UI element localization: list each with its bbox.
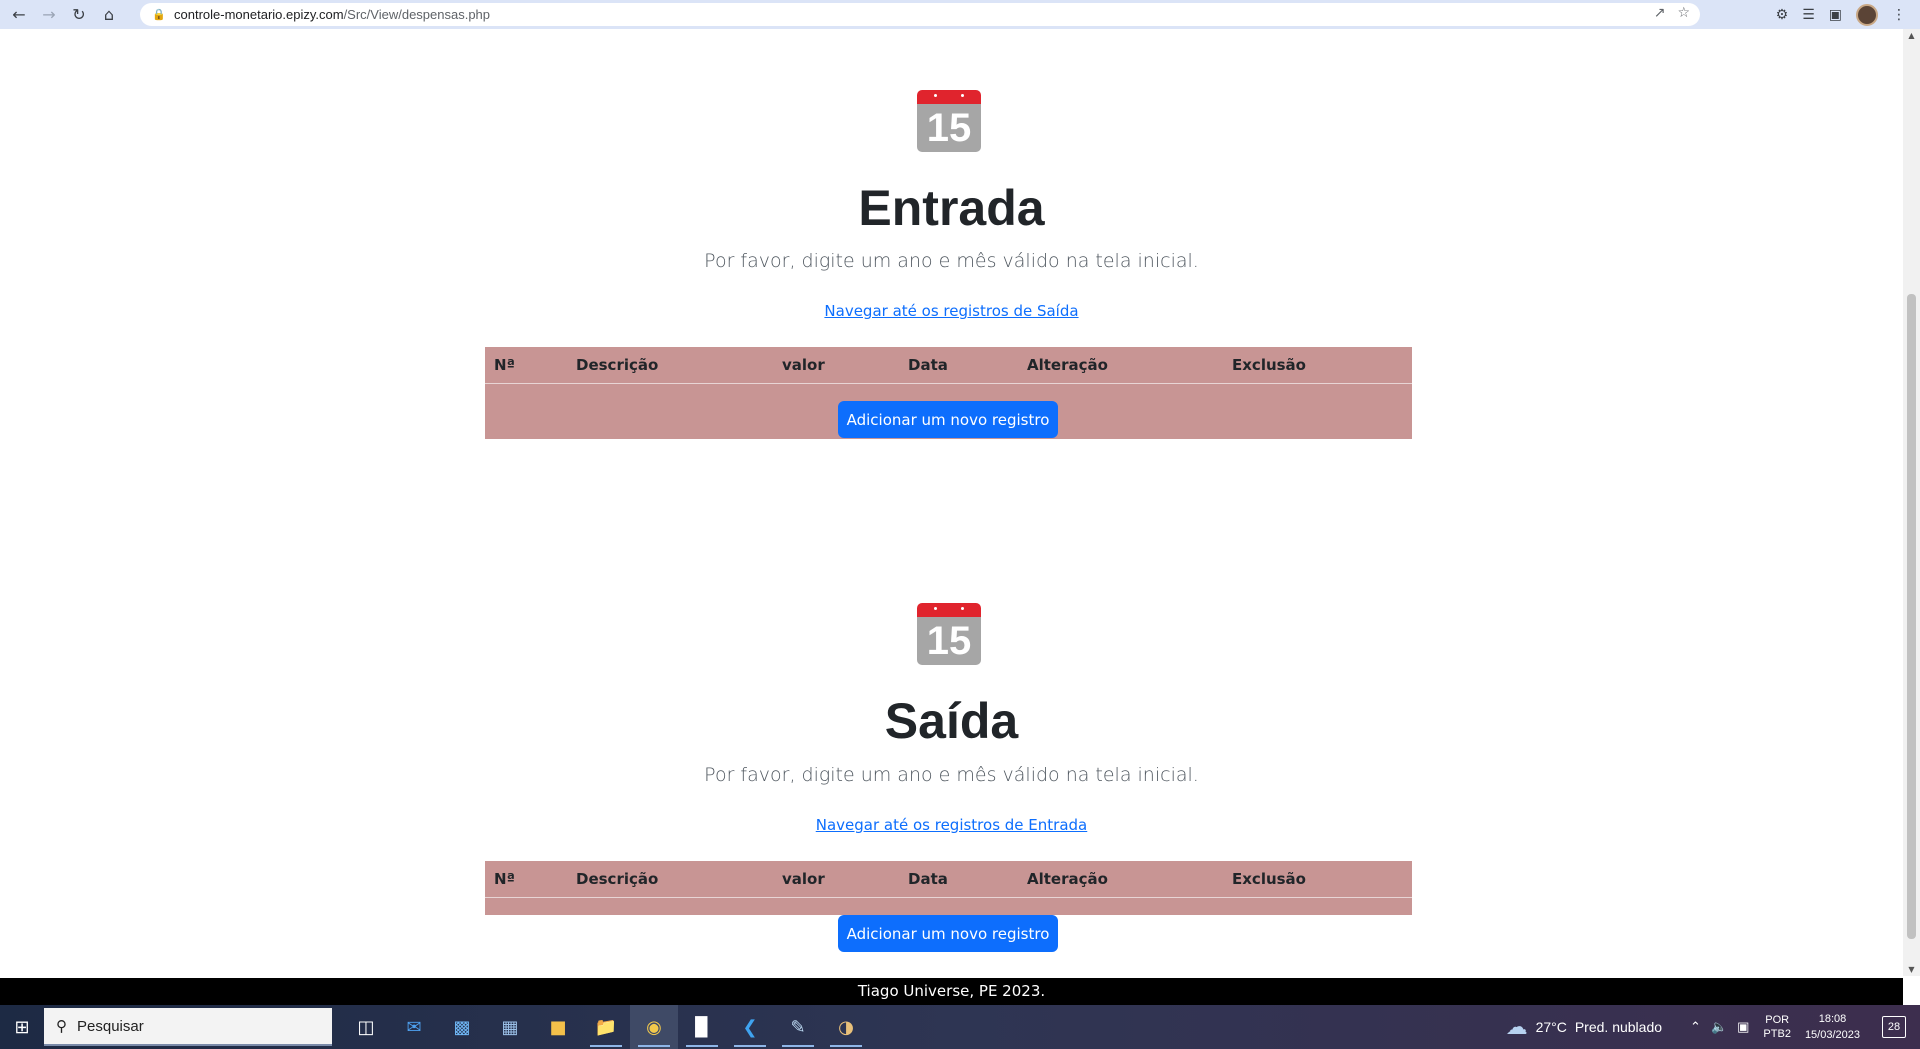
cloud-icon: ☁ <box>1505 1014 1528 1039</box>
link-to-saida[interactable]: Navegar até os registros de Saída <box>824 302 1078 320</box>
scroll-down-icon[interactable]: ▼ <box>1907 965 1916 974</box>
col-value: valor <box>782 870 825 888</box>
table-header: Nª Descrição valor Data Alteração Exclus… <box>485 347 1412 384</box>
task-view-icon[interactable]: ◫ <box>342 1005 390 1049</box>
chevron-up-icon[interactable]: ⌃ <box>1690 1019 1701 1035</box>
section-subtitle: Por favor, digite um ano e mês válido na… <box>704 764 1199 786</box>
back-icon[interactable]: ← <box>4 0 34 29</box>
col-value: valor <box>782 356 825 374</box>
col-number: Nª <box>494 356 516 374</box>
extensions-icon[interactable]: ⚙ <box>1776 7 1789 23</box>
language-indicator[interactable]: POR PTB2 <box>1763 1013 1791 1041</box>
col-description: Descrição <box>576 356 659 374</box>
scroll-up-icon[interactable]: ▲ <box>1907 31 1916 40</box>
col-delete: Exclusão <box>1232 356 1306 374</box>
forward-icon[interactable]: → <box>34 0 64 29</box>
weather-widget[interactable]: ☁ 27°C Pred. nublado <box>1506 1014 1662 1040</box>
share-icon[interactable]: ↗ <box>1654 5 1666 21</box>
records-table: Nª Descrição valor Data Alteração Exclus… <box>485 861 1412 915</box>
col-date: Data <box>908 356 948 374</box>
section-subtitle: Por favor, digite um ano e mês válido na… <box>704 250 1199 272</box>
nav-link-entrada: Navegar até os registros de Entrada <box>0 816 1903 834</box>
page-content: 15 Entrada Por favor, digite um ano e mê… <box>0 29 1903 976</box>
col-description: Descrição <box>576 870 659 888</box>
file-explorer-icon[interactable]: 📁 <box>582 1005 630 1049</box>
link-to-entrada[interactable]: Navegar até os registros de Entrada <box>816 816 1088 834</box>
menu-dots-icon[interactable]: ⋮ <box>1892 7 1906 23</box>
chrome-icon[interactable]: ◉ <box>630 1005 678 1049</box>
terminal-icon[interactable]: ▉ <box>678 1005 726 1049</box>
reload-icon[interactable]: ↻ <box>64 0 94 29</box>
profile-avatar[interactable] <box>1856 4 1878 26</box>
home-icon[interactable]: ⌂ <box>94 0 124 29</box>
taskbar-search[interactable]: ⚲ Pesquisar <box>44 1008 332 1046</box>
notifications-icon[interactable]: 28 <box>1882 1016 1906 1038</box>
col-edit: Alteração <box>1027 356 1108 374</box>
side-panel-icon[interactable]: ▣ <box>1829 7 1842 23</box>
calendar-icon: 15 <box>917 603 981 665</box>
windows-start-icon[interactable]: ⊞ <box>0 1005 44 1049</box>
page-scrollbar[interactable]: ▲ ▼ <box>1903 29 1920 976</box>
network-icon[interactable]: ▣ <box>1737 1019 1749 1035</box>
scroll-thumb[interactable] <box>1907 294 1916 939</box>
speaker-icon[interactable]: 🔈 <box>1711 1019 1727 1035</box>
network-manager-icon[interactable]: ▦ <box>486 1005 534 1049</box>
url-text[interactable]: controle-monetario.epizy.com/Src/View/de… <box>174 7 490 22</box>
calendar-icon: 15 <box>917 90 981 152</box>
page-footer: Tiago Universe, PE 2023. <box>0 978 1903 1005</box>
remote-desktop-icon[interactable]: ▩ <box>438 1005 486 1049</box>
col-number: Nª <box>494 870 516 888</box>
notes-icon[interactable]: ✎ <box>774 1005 822 1049</box>
table-header: Nª Descrição valor Data Alteração Exclus… <box>485 861 1412 898</box>
section-title: Saída <box>884 693 1019 749</box>
outlook-icon[interactable]: ✉ <box>390 1005 438 1049</box>
store-icon[interactable]: ■ <box>534 1005 582 1049</box>
bookmark-star-icon[interactable]: ☆ <box>1677 5 1690 21</box>
browser-toolbar: ← → ↻ ⌂ 🔒 controle-monetario.epizy.com/S… <box>0 0 1920 29</box>
paint-icon[interactable]: ◑ <box>822 1005 870 1049</box>
address-bar[interactable]: 🔒 controle-monetario.epizy.com/Src/View/… <box>140 3 1700 26</box>
add-record-button[interactable]: Adicionar um novo registro <box>838 401 1058 438</box>
windows-taskbar: ⊞ ⚲ Pesquisar ◫ ✉ ▩ ▦ ■ 📁 ◉ ▉ ❮ ✎ ◑ ☁ 27… <box>0 1005 1920 1049</box>
nav-link-saida: Navegar até os registros de Saída <box>0 302 1903 320</box>
reading-list-icon[interactable]: ☰ <box>1802 7 1815 23</box>
section-title: Entrada <box>858 180 1045 236</box>
vscode-icon[interactable]: ❮ <box>726 1005 774 1049</box>
col-date: Data <box>908 870 948 888</box>
system-tray: ☁ 27°C Pred. nublado ⌃ 🔈 ▣ POR PTB2 18:0… <box>1506 1005 1920 1049</box>
search-icon: ⚲ <box>56 1018 67 1035</box>
col-delete: Exclusão <box>1232 870 1306 888</box>
col-edit: Alteração <box>1027 870 1108 888</box>
add-record-button[interactable]: Adicionar um novo registro <box>838 915 1058 952</box>
clock[interactable]: 18:08 15/03/2023 <box>1805 1011 1860 1043</box>
lock-icon[interactable]: 🔒 <box>152 8 168 21</box>
